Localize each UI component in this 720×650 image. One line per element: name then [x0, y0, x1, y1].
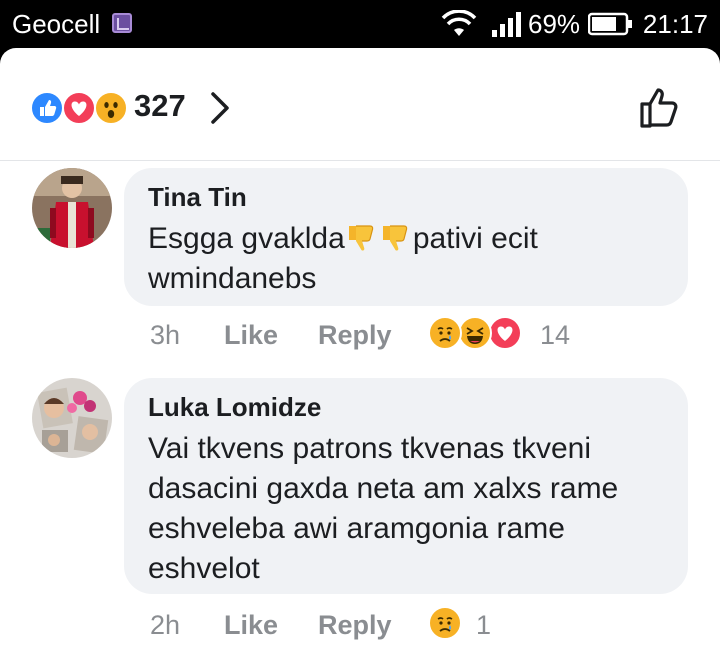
battery-percent: 69%	[528, 9, 581, 39]
comment-bubble[interactable]: Luka Lomidze Vai tkvens patrons tkvenas …	[124, 378, 688, 594]
thumbs-down-emoji-icon	[348, 225, 374, 251]
comment-text: Esgga gvaklda pativi ecit wmindanebs	[148, 222, 538, 295]
carrier-name: Geocell	[12, 9, 101, 39]
wow-icon	[94, 91, 128, 125]
comment-bubble[interactable]: Tina Tin Esgga gvaklda pativi ecit wmindan…	[124, 168, 688, 306]
cell-signal-icon	[492, 12, 521, 37]
comment-time[interactable]: 3h	[150, 320, 180, 351]
like-outline-icon[interactable]	[636, 84, 684, 132]
like-icon	[30, 91, 64, 125]
comment-author[interactable]: Tina Tin	[148, 182, 664, 213]
status-bar: Geocell 69% 21:17	[0, 0, 720, 48]
reply-button[interactable]: Reply	[318, 320, 392, 351]
battery-icon	[588, 12, 632, 36]
comment-author[interactable]: Luka Lomidze	[148, 392, 664, 423]
like-button[interactable]: Like	[224, 610, 278, 641]
avatar[interactable]	[32, 378, 112, 458]
thumbs-down-emoji-icon	[382, 225, 408, 251]
gallery-notification-icon	[112, 13, 132, 33]
reaction-count[interactable]: 14	[540, 320, 570, 351]
love-icon	[62, 91, 96, 125]
clock: 21:17	[642, 9, 708, 39]
comment-time[interactable]: 2h	[150, 610, 180, 641]
sad-icon	[428, 606, 462, 640]
reactions-summary[interactable]: 327	[0, 48, 720, 161]
reaction-total-count: 327	[134, 88, 186, 123]
avatar[interactable]	[32, 168, 112, 248]
sad-icon	[428, 316, 462, 350]
love-icon	[488, 316, 522, 350]
comment-text: Vai tkvens patrons tkvenas tkveni dasaci…	[148, 432, 619, 585]
reaction-count[interactable]: 1	[476, 610, 491, 641]
reply-button[interactable]: Reply	[318, 610, 392, 641]
chevron-right-icon[interactable]	[208, 90, 232, 126]
like-button[interactable]: Like	[224, 320, 278, 351]
reactions-sheet: 327 Tina Tin Esgga gvaklda pativi ecit wmi…	[0, 48, 720, 650]
wifi-icon	[441, 10, 477, 36]
haha-icon	[458, 316, 492, 350]
